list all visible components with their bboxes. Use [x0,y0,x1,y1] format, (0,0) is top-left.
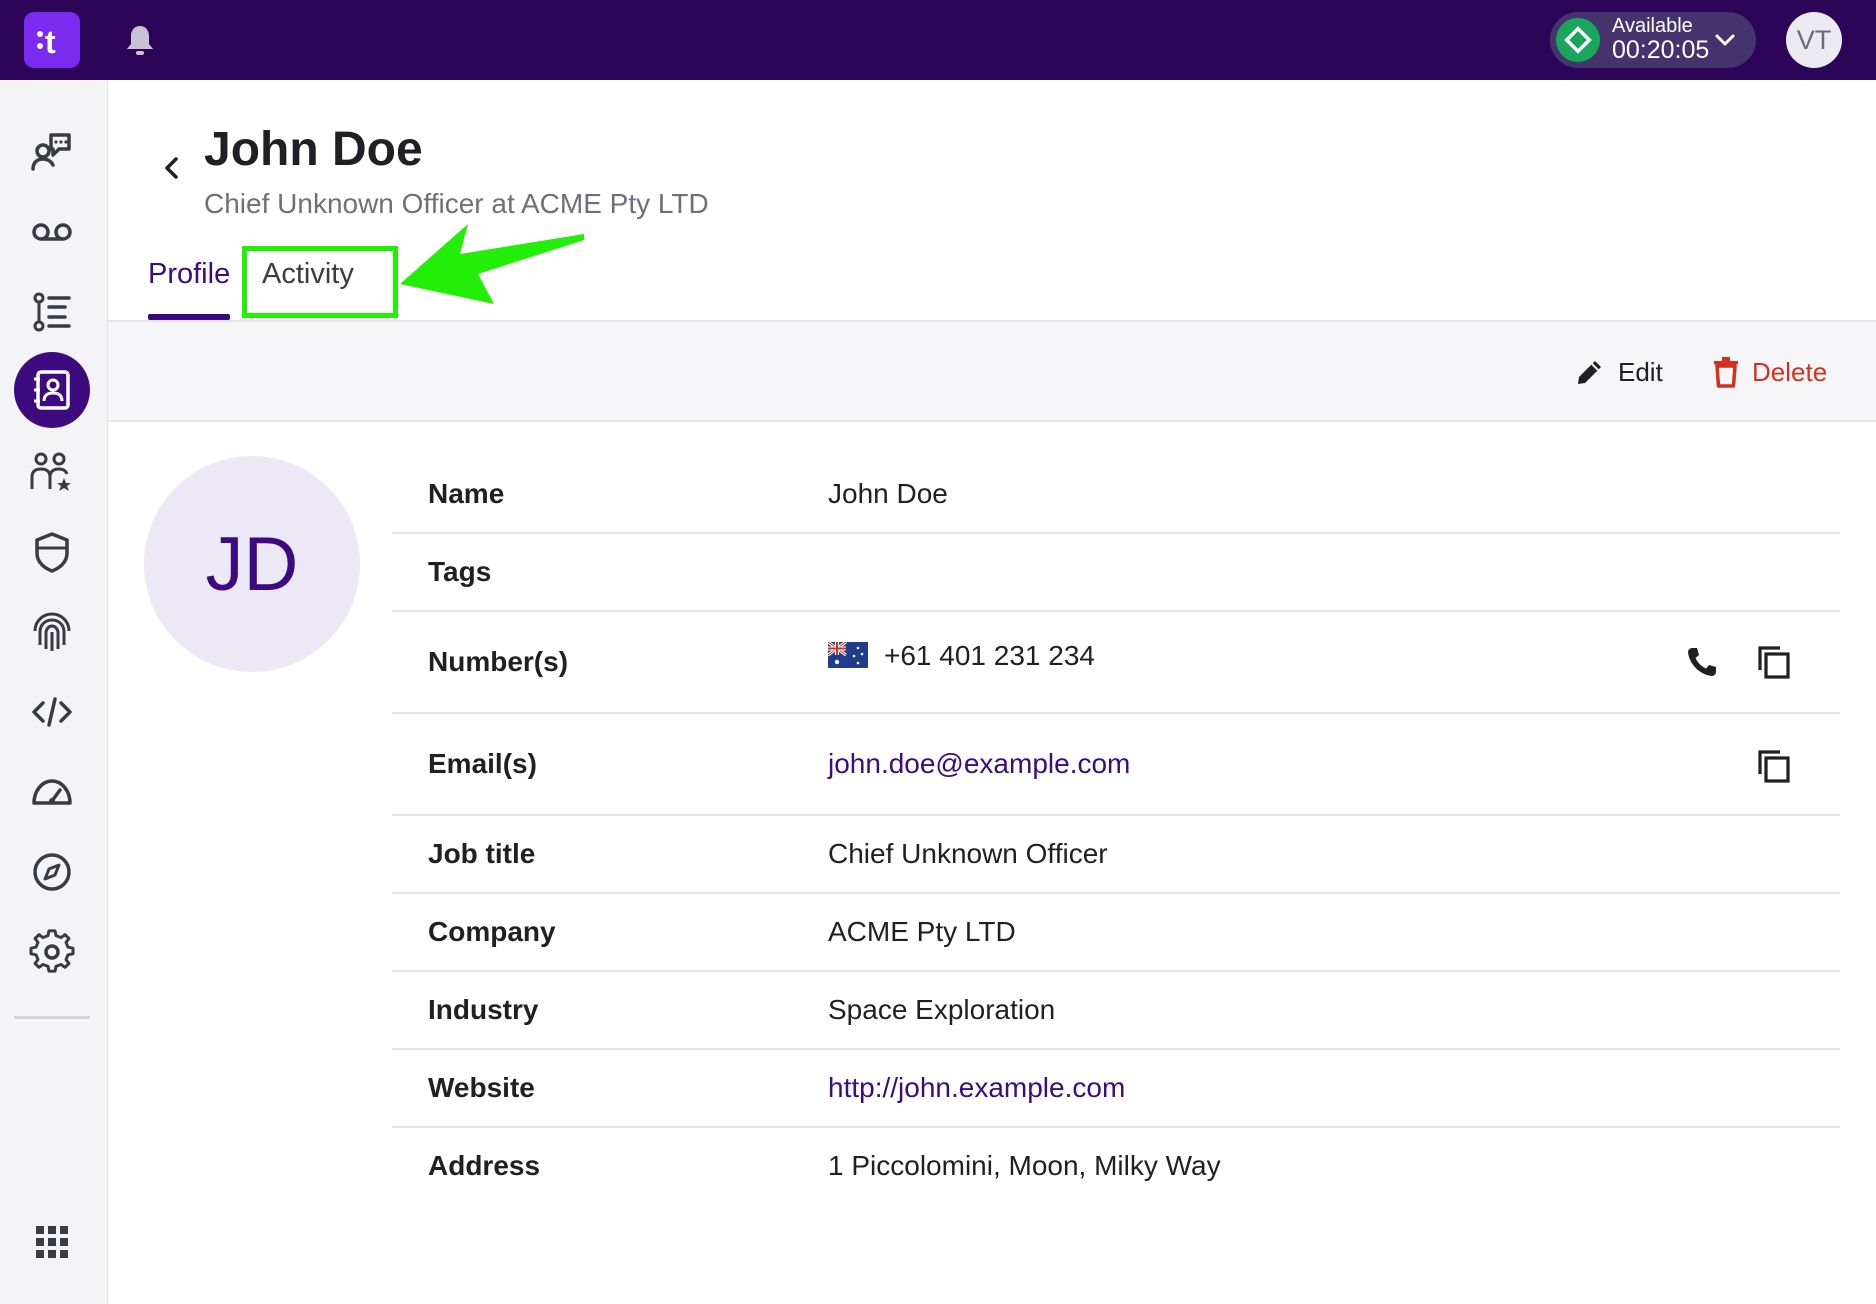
pencil-icon [1578,361,1601,384]
trash-icon [1714,357,1738,388]
detail-row-address: Address 1 Piccolomini, Moon, Milky Way [392,1128,1840,1206]
copy-icon [1758,646,1790,679]
tags-label: Tags [428,556,492,587]
shield-icon [35,532,69,573]
contacts-icon [34,370,70,410]
sidebar-item-voicemail[interactable] [14,194,90,270]
detail-row-website: Website http://john.example.com [392,1050,1840,1128]
list-icon [33,292,71,332]
detail-row-emails: Email(s) john.doe@example.com [392,714,1840,816]
phone-number-value[interactable]: +61 401 231 234 [884,640,1095,671]
contact-name-title: John Doe [204,123,423,176]
job-title-label: Job title [428,838,536,869]
email-link[interactable]: john.doe@example.com [828,748,1130,780]
numbers-label: Number(s) [428,646,569,677]
address-value: 1 Piccolomini, Moon, Milky Way [828,1150,1221,1181]
company-value: ACME Pty LTD [828,916,1016,947]
top-bar: t Available 00:20:05 VT [0,0,1876,80]
notifications-bell-icon[interactable] [122,22,158,58]
status-timer: 00:20:05 [1612,36,1710,65]
available-status-icon [1556,18,1600,62]
sidebar-item-contacts[interactable] [14,352,90,428]
copy-icon [1758,750,1790,783]
contact-details-table: Name John Doe Tags Number(s) +61 401 231… [392,456,1840,1206]
voicemail-icon [32,223,72,241]
name-label: Name [428,478,505,509]
back-button[interactable] [156,150,188,186]
name-value: John Doe [828,478,948,509]
fingerprint-icon [33,612,71,651]
sidebar-item-settings[interactable] [14,914,90,990]
copy-email-button[interactable] [1754,746,1794,786]
app-logo[interactable]: t [24,12,80,68]
chevron-down-icon [1715,34,1735,46]
settings-icon [29,929,75,973]
website-label: Website [428,1072,535,1103]
team-star-icon [30,452,71,491]
user-avatar[interactable]: VT [1786,12,1842,68]
chevron-left-icon [165,157,178,179]
sidebar-item-security[interactable] [14,514,90,590]
detail-row-numbers: Number(s) +61 401 231 234 [392,612,1840,714]
annotation-arrow-icon [400,224,584,304]
compass-icon [33,853,71,891]
address-label: Address [428,1150,541,1181]
availability-status-dropdown[interactable]: Available 00:20:05 [1550,12,1756,68]
tab-profile[interactable]: Profile [148,258,230,291]
sidebar-item-apps[interactable] [14,1204,90,1280]
logo-icon: t [37,24,56,60]
industry-label: Industry [428,994,539,1025]
emails-label: Email(s) [428,748,537,779]
website-link[interactable]: http://john.example.com [828,1072,1125,1104]
company-label: Company [428,916,556,947]
copy-number-button[interactable] [1754,642,1794,682]
conversations-icon [31,133,71,171]
detail-row-job-title: Job title Chief Unknown Officer [392,816,1840,894]
edit-label: Edit [1618,356,1663,387]
phone-icon [1688,648,1716,676]
sidebar-nav [0,80,108,1304]
industry-value: Space Exploration [828,994,1056,1025]
call-button[interactable] [1682,642,1722,682]
sidebar-item-dashboard[interactable] [14,754,90,830]
sidebar-item-list[interactable] [14,274,90,350]
sidebar-item-explore[interactable] [14,834,90,910]
detail-row-name: Name John Doe [392,456,1840,534]
detail-row-company: Company ACME Pty LTD [392,894,1840,972]
delete-label: Delete [1752,356,1828,387]
detail-row-tags: Tags [392,534,1840,612]
speedometer-icon [32,779,72,805]
sidebar-item-developer[interactable] [14,674,90,750]
detail-row-industry: Industry Space Exploration [392,972,1840,1050]
contact-avatar: JD [144,456,360,672]
sidebar-item-conversations[interactable] [14,114,90,190]
code-icon [32,697,72,727]
job-title-value: Chief Unknown Officer [828,838,1108,869]
edit-button[interactable]: Edit [1574,352,1663,392]
apps-grid-icon [36,1226,68,1258]
activity-tab-highlight [242,246,398,318]
sidebar-divider [14,1016,90,1019]
sidebar-item-biometrics[interactable] [14,594,90,670]
sidebar-item-team[interactable] [14,434,90,510]
svg-text:t: t [45,24,56,60]
australia-flag-icon [828,641,868,668]
delete-button[interactable]: Delete [1712,352,1827,392]
contact-subtitle: Chief Unknown Officer at ACME Pty LTD [204,188,709,219]
status-label: Available [1612,15,1693,38]
